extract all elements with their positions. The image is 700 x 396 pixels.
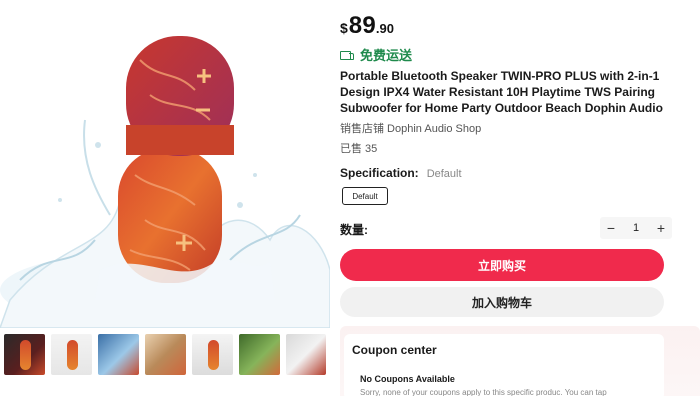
increase-quantity-button[interactable]: +	[650, 217, 672, 239]
thumbnail-1[interactable]	[4, 334, 45, 375]
coupon-center-title: Coupon center	[352, 343, 437, 357]
quantity-label: 数量:	[340, 223, 368, 237]
specification-option-default[interactable]: Default	[342, 187, 388, 205]
thumbnail-7[interactable]	[286, 334, 326, 375]
add-to-cart-button[interactable]: 加入购物车	[340, 287, 664, 317]
truck-icon	[340, 50, 354, 60]
free-shipping-label: 免费运送	[360, 48, 413, 63]
product-gallery	[0, 0, 330, 396]
thumbnail-2[interactable]	[51, 334, 92, 375]
no-coupons-note: Sorry, none of your coupons apply to thi…	[360, 388, 607, 396]
shop-name[interactable]: 销售店铺 Dophin Audio Shop	[340, 120, 481, 136]
quantity-stepper: − 1 +	[600, 217, 672, 239]
specification-value: Default	[426, 168, 462, 180]
no-coupons-title: No Coupons Available	[360, 374, 455, 384]
buy-now-button[interactable]: 立即购买	[340, 249, 664, 281]
thumbnail-strip	[0, 334, 330, 384]
speaker-splash-image	[0, 36, 330, 328]
free-shipping: 免费运送	[340, 45, 412, 64]
product-details: $ 89 .90 免费运送 Portable Bluetooth Speaker…	[340, 0, 700, 396]
specification-row: Specification: Default	[340, 166, 462, 180]
thumbnail-6[interactable]	[239, 334, 280, 375]
thumbnail-5[interactable]	[192, 334, 233, 375]
price-decimal: .90	[375, 21, 394, 36]
thumbnail-4[interactable]	[145, 334, 186, 375]
price-integer: 89	[348, 12, 376, 39]
product-title: Portable Bluetooth Speaker TWIN-PRO PLUS…	[340, 69, 663, 115]
sold-count: 已售 35	[340, 143, 378, 155]
product-main-image[interactable]	[0, 0, 330, 328]
price-currency: $	[340, 20, 348, 36]
thumbnail-3[interactable]	[98, 334, 139, 375]
quantity-value: 1	[632, 222, 640, 234]
decrease-quantity-button[interactable]: −	[600, 217, 622, 239]
specification-label: Specification:	[340, 166, 419, 180]
price: $ 89 .90	[340, 12, 394, 40]
